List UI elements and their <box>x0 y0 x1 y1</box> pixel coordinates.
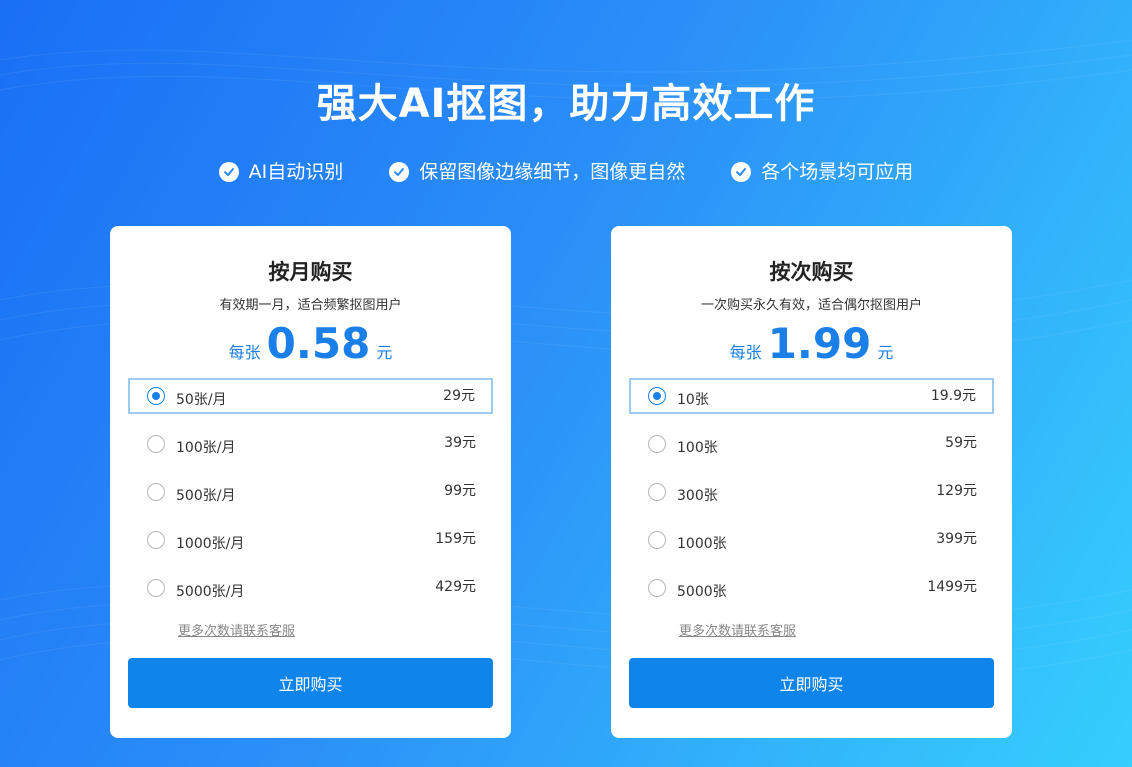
plan-option[interactable]: 100张/月 39元 <box>128 426 493 462</box>
plan-title: 按月购买 <box>268 260 353 284</box>
price-value: 0.58 <box>266 319 371 368</box>
option-price: 129元 <box>936 483 977 499</box>
plan-option[interactable]: 50张/月 29元 <box>128 378 493 414</box>
option-label: 5000张/月 <box>176 584 245 600</box>
plan-option[interactable]: 1000张 399元 <box>629 522 994 558</box>
plan-option[interactable]: 1000张/月 159元 <box>128 522 493 558</box>
option-price: 29元 <box>443 388 475 404</box>
radio-button[interactable] <box>648 579 666 597</box>
plan-option[interactable]: 10张 19.9元 <box>629 378 994 414</box>
buy-now-button[interactable]: 立即购买 <box>128 658 493 708</box>
option-price: 19.9元 <box>930 388 976 404</box>
radio-button-checked[interactable] <box>147 387 165 405</box>
price-value: 1.99 <box>767 319 872 368</box>
option-label: 50张/月 <box>176 392 227 408</box>
check-circle-icon <box>389 162 410 182</box>
plan-option[interactable]: 300张 129元 <box>629 474 994 510</box>
contact-support-link[interactable]: 更多次数请联系客服 <box>178 620 295 639</box>
price-unit: 元 <box>376 343 393 362</box>
plan-card-monthly: 按月购买 有效期一月，适合频繁抠图用户 每张 0.58 元 50张/月 29元 … <box>110 226 511 738</box>
option-price: 99元 <box>444 483 476 499</box>
feature-list: AI自动识别 保留图像边缘细节，图像更自然 各个场景均可应用 <box>0 156 1132 188</box>
plan-options: 50张/月 29元 100张/月 39元 500张/月 99元 1000张/月 … <box>128 378 493 618</box>
feature-item: AI自动识别 <box>218 156 344 188</box>
option-label: 300张 <box>677 488 718 504</box>
radio-button-checked[interactable] <box>648 387 666 405</box>
plan-options: 10张 19.9元 100张 59元 300张 129元 1000张 399元 … <box>629 378 994 618</box>
option-price: 399元 <box>936 531 977 547</box>
price-prefix: 每张 <box>228 343 261 362</box>
feature-label: 各个场景均可应用 <box>761 161 914 183</box>
plan-card-per-use: 按次购买 一次购买永久有效，适合偶尔抠图用户 每张 1.99 元 10张 19.… <box>611 226 1012 738</box>
option-label: 100张 <box>677 440 718 456</box>
option-price: 429元 <box>435 579 476 595</box>
radio-button[interactable] <box>147 531 165 549</box>
plan-price: 每张 1.99 元 <box>611 318 1012 370</box>
option-price: 159元 <box>435 531 476 547</box>
feature-item: 各个场景均可应用 <box>731 156 913 188</box>
plan-subtitle: 有效期一月，适合频繁抠图用户 <box>219 298 402 313</box>
plan-option[interactable]: 5000张/月 429元 <box>128 570 493 606</box>
radio-button[interactable] <box>648 435 666 453</box>
option-label: 10张 <box>677 392 709 408</box>
radio-button[interactable] <box>147 483 165 501</box>
contact-support-link[interactable]: 更多次数请联系客服 <box>679 620 796 639</box>
plan-option[interactable]: 100张 59元 <box>629 426 994 462</box>
plan-title: 按次购买 <box>769 260 854 284</box>
option-price: 39元 <box>444 435 476 451</box>
price-unit: 元 <box>877 343 894 362</box>
option-label: 1000张/月 <box>176 536 245 552</box>
plan-price: 每张 0.58 元 <box>110 318 511 370</box>
price-prefix: 每张 <box>729 343 762 362</box>
plan-subtitle: 一次购买永久有效，适合偶尔抠图用户 <box>700 298 922 313</box>
buy-now-button[interactable]: 立即购买 <box>629 658 994 708</box>
option-label: 1000张 <box>677 536 727 552</box>
feature-label: 保留图像边缘细节，图像更自然 <box>419 161 686 183</box>
option-label: 5000张 <box>677 584 727 600</box>
radio-button[interactable] <box>648 483 666 501</box>
radio-button[interactable] <box>147 579 165 597</box>
option-label: 100张/月 <box>176 440 236 456</box>
check-circle-icon <box>218 162 239 182</box>
option-price: 1499元 <box>927 579 977 595</box>
option-label: 500张/月 <box>176 488 236 504</box>
radio-button[interactable] <box>648 531 666 549</box>
feature-label: AI自动识别 <box>248 161 344 183</box>
radio-button[interactable] <box>147 435 165 453</box>
option-price: 59元 <box>945 435 977 451</box>
check-circle-icon <box>731 162 752 182</box>
plan-option[interactable]: 5000张 1499元 <box>629 570 994 606</box>
feature-item: 保留图像边缘细节，图像更自然 <box>389 156 685 188</box>
page-headline: 强大AI抠图，助力高效工作 <box>316 81 816 127</box>
plan-option[interactable]: 500张/月 99元 <box>128 474 493 510</box>
